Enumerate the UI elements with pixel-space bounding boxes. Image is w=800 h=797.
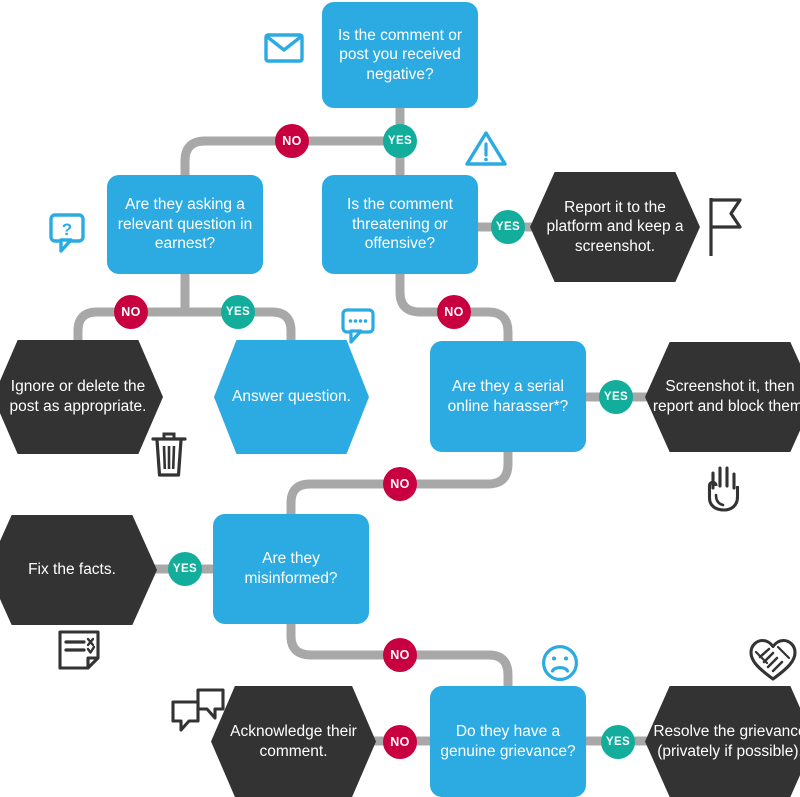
edge-label-no-relevant[interactable]: NO [114,295,148,329]
node-resolve-grievance-label: Resolve the grievance (privately if poss… [653,722,800,760]
raised-hand-icon [704,462,744,512]
node-serial-harasser-label: Are they a serial online harasser*? [447,377,569,415]
edge-label-no-harasser[interactable]: NO [383,467,417,501]
edge-label-yes-threatening[interactable]: YES [491,210,525,244]
node-fix-facts[interactable]: Fix the facts. [0,515,157,625]
node-ignore-delete[interactable]: Ignore or delete the post as appropriate… [0,340,163,454]
edge-label-yes-start[interactable]: YES [383,124,417,158]
edge-label-no-threatening[interactable]: NO [437,295,471,329]
warning-triangle-icon [465,130,507,168]
node-resolve-grievance[interactable]: Resolve the grievance (privately if poss… [645,686,800,797]
dots-bubble-icon [341,308,375,344]
svg-text:?: ? [62,220,72,239]
question-bubble-icon: ? [49,213,85,253]
node-screenshot-block[interactable]: Screenshot it, then report and block the… [645,342,800,452]
node-relevant-question-label: Are they asking a relevant question in e… [117,196,253,253]
edge-label-no-grievance[interactable]: NO [383,725,417,759]
node-report-platform-label: Report it to the platform and keep a scr… [546,198,684,255]
edge-label-yes-misinformed[interactable]: YES [168,552,202,586]
edge-label-yes-grievance[interactable]: YES [601,725,635,759]
node-threatening-label: Is the comment threatening or offensive? [347,196,453,253]
node-relevant-question[interactable]: Are they asking a relevant question in e… [107,175,263,274]
node-genuine-grievance[interactable]: Do they have a genuine grievance? [430,686,586,797]
node-answer-question-label: Answer question. [232,388,351,406]
edge-label-no-misinformed[interactable]: NO [383,638,417,672]
flag-icon [707,196,747,258]
flowchart-canvas: Is the comment or post you received nega… [0,0,800,797]
two-bubbles-icon [170,688,226,734]
node-ignore-delete-label: Ignore or delete the post as appropriate… [9,378,147,415]
node-misinformed-label: Are they misinformed? [244,550,338,587]
sad-face-icon [541,644,579,682]
node-acknowledge-comment-label: Acknowledge their comment. [230,722,357,760]
node-misinformed[interactable]: Are they misinformed? [213,514,369,624]
node-threatening[interactable]: Is the comment threatening or offensive? [322,175,478,274]
node-serial-harasser[interactable]: Are they a serial online harasser*? [430,341,586,452]
envelope-icon [264,33,304,63]
node-answer-question[interactable]: Answer question. [214,340,369,454]
edge-label-yes-relevant[interactable]: YES [221,295,255,329]
node-start-label: Is the comment or post you received nega… [337,26,463,83]
checklist-note-icon [57,629,101,671]
edge-label-yes-harasser[interactable]: YES [599,380,633,414]
handshake-heart-icon [748,637,798,683]
edge-label-no-start[interactable]: NO [275,124,309,158]
node-start[interactable]: Is the comment or post you received nega… [322,2,478,108]
node-genuine-grievance-label: Do they have a genuine grievance? [440,722,576,760]
node-report-platform[interactable]: Report it to the platform and keep a scr… [530,172,700,282]
node-fix-facts-label: Fix the facts. [28,561,116,579]
node-acknowledge-comment[interactable]: Acknowledge their comment. [211,686,376,797]
node-screenshot-block-label: Screenshot it, then report and block the… [652,378,800,415]
trash-icon [150,430,188,478]
